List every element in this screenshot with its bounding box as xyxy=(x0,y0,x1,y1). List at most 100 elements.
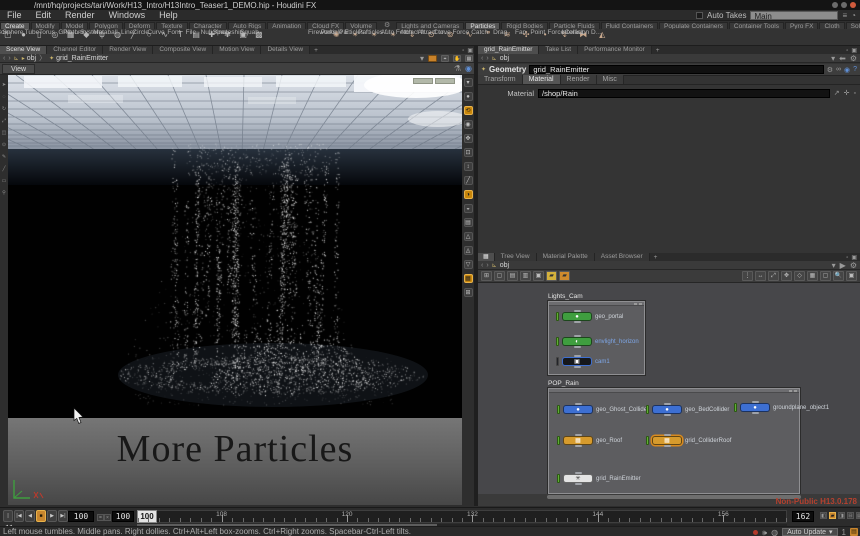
net-view-icon[interactable]: ▦ xyxy=(807,271,818,281)
node-flag[interactable] xyxy=(556,357,559,366)
auto-update-selector[interactable]: Auto Update▾ xyxy=(782,528,837,536)
tab-channel-editor[interactable]: Channel Editor xyxy=(47,46,103,54)
forward-icon[interactable]: › xyxy=(8,55,10,62)
shelf-tab-particles[interactable]: Particles xyxy=(465,22,500,29)
viewport-tool-icon[interactable]: ⤢ xyxy=(2,119,6,124)
playbar-option-icon[interactable]: ◨ xyxy=(838,512,845,519)
tab-details-view[interactable]: Details View xyxy=(261,46,310,54)
tool-drag[interactable]: ≋Drag xyxy=(498,29,517,45)
shelf-tab-character[interactable]: Character xyxy=(189,22,228,29)
display-option-icon[interactable]: ⊡ xyxy=(464,148,473,157)
menu-help[interactable]: Help xyxy=(152,10,185,20)
net-view-icon[interactable]: ▢ xyxy=(820,271,831,281)
net-view-icon[interactable]: 🔍 xyxy=(833,271,844,281)
shelf-tab-populate-containers[interactable]: Populate Containers xyxy=(659,22,728,29)
frame-field[interactable]: 100 xyxy=(68,511,94,522)
range-end-field[interactable]: 162 xyxy=(792,511,814,522)
notification-icon[interactable]: ◔ xyxy=(851,11,856,20)
play-icon[interactable]: ▶ xyxy=(47,510,57,522)
tab-network-tab[interactable]: ▦ xyxy=(478,253,495,261)
record-icon[interactable] xyxy=(753,530,758,535)
node-geo-roof[interactable]: ▦geo_Roof xyxy=(557,436,622,445)
tab-motion-view[interactable]: Motion View xyxy=(213,46,261,54)
menu-edit[interactable]: Edit xyxy=(29,10,59,20)
display-option-icon[interactable]: ▦ xyxy=(464,274,473,283)
menu-windows[interactable]: Windows xyxy=(102,10,153,20)
shelf-tab-animation[interactable]: Animation xyxy=(267,22,306,29)
back-icon[interactable]: ‹ xyxy=(481,262,483,269)
camera-menu-button[interactable] xyxy=(413,78,433,84)
stop-icon[interactable]: ■ xyxy=(36,510,46,522)
menu-render[interactable]: Render xyxy=(58,10,102,20)
tab-add-tab-icon[interactable]: + xyxy=(650,254,662,261)
path-node[interactable]: ✦grid_RainEmitter xyxy=(49,55,108,62)
viewport-tool-icon[interactable]: ◫ xyxy=(2,131,7,136)
chevron-down-icon[interactable]: ▾ xyxy=(420,54,424,63)
gear-icon[interactable]: ⚙ xyxy=(827,66,833,74)
viewport-tool-icon[interactable]: ➤ xyxy=(2,83,6,88)
playbar-option-icon[interactable]: ⊟ xyxy=(847,512,854,519)
tab-add-tab-icon[interactable]: + xyxy=(652,47,664,54)
node-body[interactable]: ◐ xyxy=(562,337,592,346)
pin-icon[interactable]: ⊾ xyxy=(14,55,19,62)
net-view-icon[interactable]: ⋮ xyxy=(742,271,753,281)
shelf-tab-deform[interactable]: Deform xyxy=(124,22,155,29)
display-option-icon[interactable]: ◉ xyxy=(464,120,473,129)
shelf-tab-lights-and-cameras[interactable]: Lights and Cameras xyxy=(396,22,464,29)
viewport-tool-icon[interactable]: ⚲ xyxy=(2,191,6,196)
shelf-gear-icon[interactable]: ⚙ xyxy=(384,21,390,29)
display-option-icon[interactable]: ⊞ xyxy=(464,288,473,297)
path-obj[interactable]: ▸obj xyxy=(22,55,36,62)
display-option-icon[interactable]: ◬ xyxy=(464,246,473,255)
netbox-close-icon[interactable] xyxy=(639,303,642,305)
node-geo-ghost-collider[interactable]: ●geo_Ghost_Collider xyxy=(557,405,649,414)
snap-toggle-icon[interactable] xyxy=(428,55,437,62)
display-option-icon[interactable]: ↕ xyxy=(464,162,473,171)
display-option-icon[interactable]: △ xyxy=(464,232,473,241)
shelf-tab-modify[interactable]: Modify xyxy=(31,22,60,29)
jump-start-icon[interactable]: |◀◀ xyxy=(3,510,13,522)
net-tool-icon[interactable]: ▣ xyxy=(533,271,544,281)
display-option-icon[interactable]: ◑ xyxy=(464,190,473,199)
node-geo-portal[interactable]: ●geo_portal xyxy=(556,312,623,321)
path-obj[interactable]: obj xyxy=(500,55,509,62)
tab-asset-browser[interactable]: Asset Browser xyxy=(595,253,650,261)
netbox-titlebar[interactable] xyxy=(549,302,644,306)
op-jump-icon[interactable]: ↗ xyxy=(834,89,840,97)
net-view-icon[interactable]: ▣ xyxy=(846,271,857,281)
net-view-icon[interactable]: ◇ xyxy=(794,271,805,281)
node-flag[interactable] xyxy=(557,405,560,414)
node-flag[interactable] xyxy=(646,436,649,445)
node-name-field[interactable]: grid_RainEmitter xyxy=(529,65,823,74)
gear-icon[interactable]: ⚙ xyxy=(850,54,857,63)
display-option-icon[interactable]: ● xyxy=(464,92,473,101)
tab-composite-view[interactable]: Composite View xyxy=(153,46,213,54)
shelf-tab-auto-rigs[interactable]: Auto Rigs xyxy=(228,22,266,29)
netbox-minimize-icon[interactable] xyxy=(634,303,637,305)
op-chooser-icon[interactable]: ✛ xyxy=(844,89,850,97)
clear-icon[interactable]: ▫ xyxy=(854,90,856,97)
node-body[interactable]: ▦ xyxy=(563,436,593,445)
help-icon[interactable]: ◍ xyxy=(771,528,778,536)
prev-frame-icon[interactable]: |◀ xyxy=(14,510,24,522)
net-color-orange-icon[interactable]: ▰ xyxy=(559,271,570,281)
menu-file[interactable]: File xyxy=(0,10,29,20)
tab-render-view[interactable]: Render View xyxy=(103,46,153,54)
take-selector[interactable]: Main xyxy=(750,11,838,20)
node-body[interactable]: ▦ xyxy=(652,436,682,445)
viewport-tool-icon[interactable]: ⊙ xyxy=(2,143,6,148)
shelf-tab-container-tools[interactable]: Container Tools xyxy=(729,22,784,29)
tab-grid-rainemitter[interactable]: grid_RainEmitter xyxy=(478,46,539,54)
minimize-icon[interactable] xyxy=(832,2,838,8)
tab-take-list[interactable]: Take List xyxy=(539,46,578,54)
back-icon[interactable]: ‹ xyxy=(3,55,5,62)
scrollbar-thumb[interactable] xyxy=(547,495,801,499)
flask-icon[interactable]: ⚗ xyxy=(454,64,461,73)
viewport-tool-icon[interactable]: ╱ xyxy=(2,167,5,172)
chevron-down-icon[interactable]: ▾ xyxy=(831,54,835,63)
net-tool-icon[interactable]: ▤ xyxy=(507,271,518,281)
hand-icon[interactable]: ✋ xyxy=(453,55,461,62)
shelf-tab-particle-fluids[interactable]: Particle Fluids xyxy=(549,22,600,29)
node-flag[interactable] xyxy=(556,312,559,321)
pin-icon[interactable]: ⊾ xyxy=(492,262,497,269)
